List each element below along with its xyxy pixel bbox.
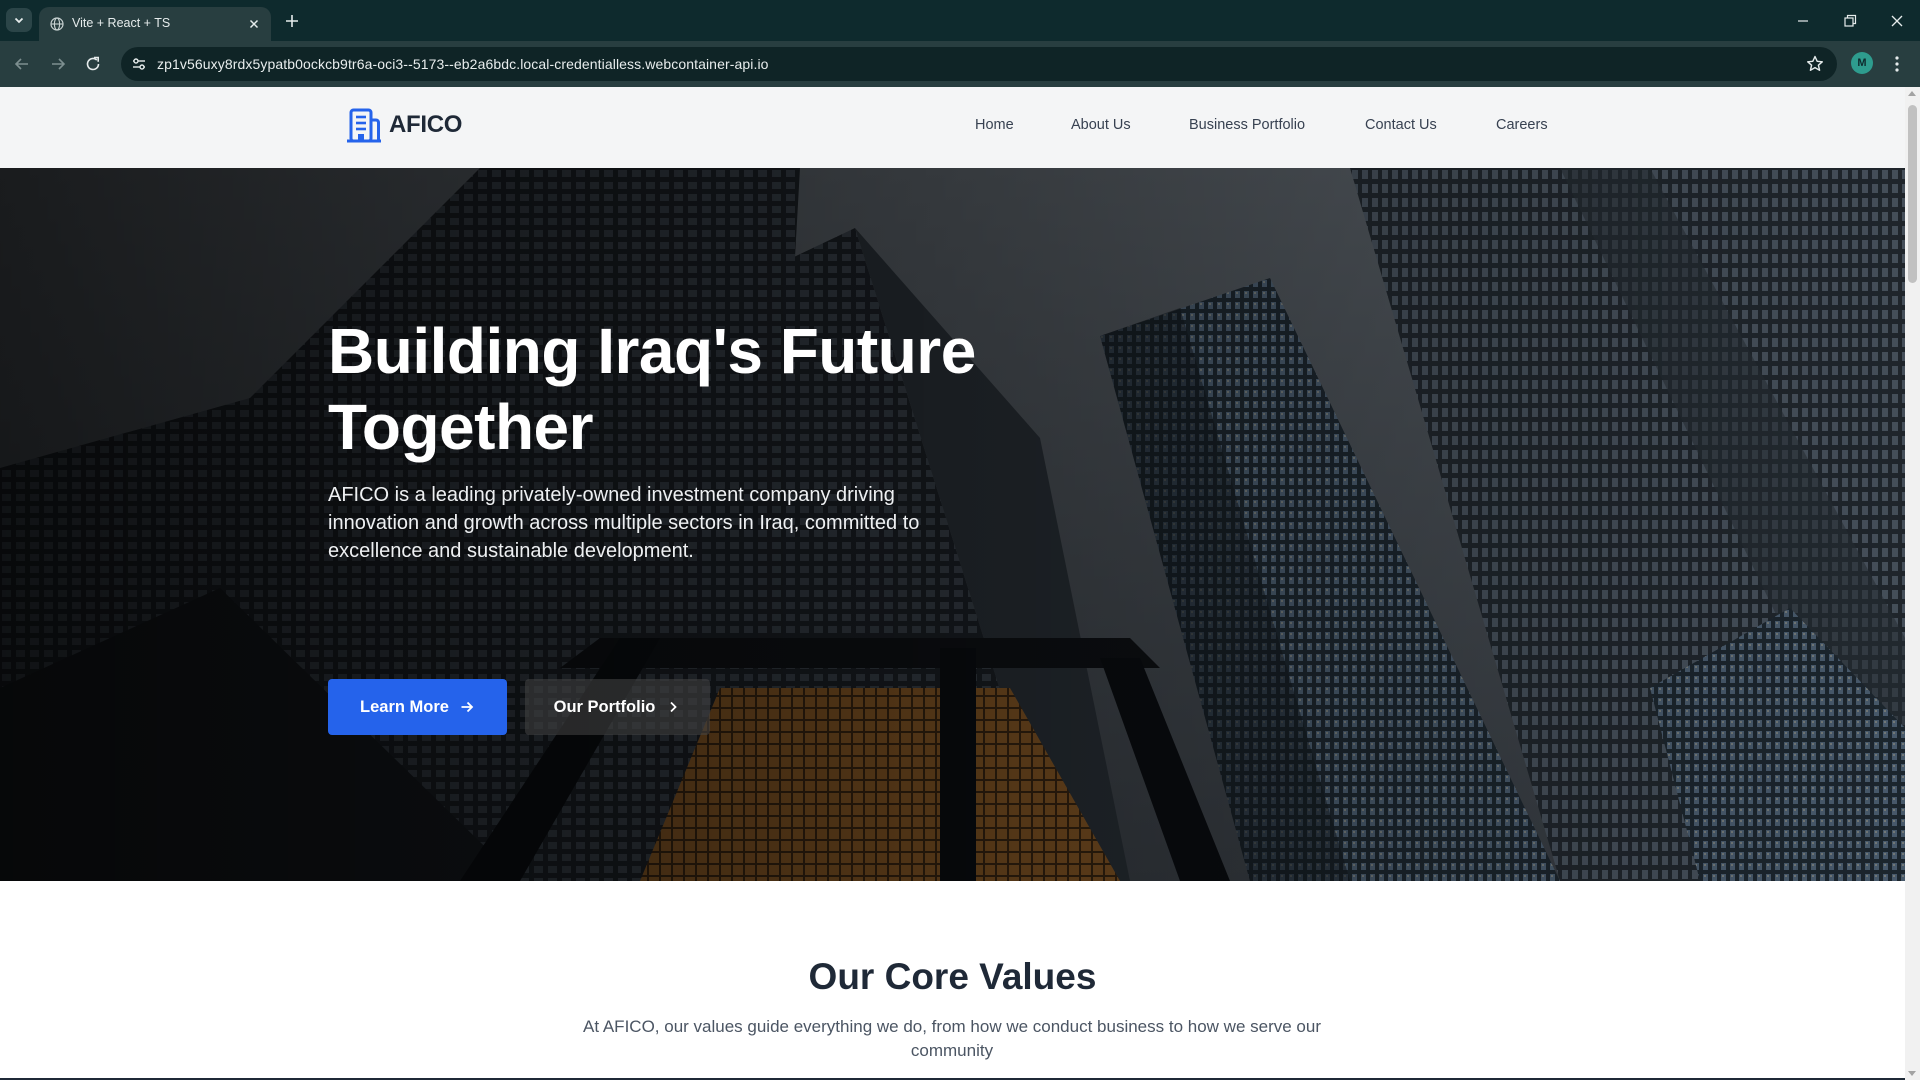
core-values-description: At AFICO, our values guide everything we… <box>583 1017 1321 1060</box>
arrow-left-icon[interactable] <box>11 53 33 75</box>
arrow-right-icon[interactable] <box>47 53 69 75</box>
hero-title-line-2: Together <box>328 391 594 463</box>
plus-icon[interactable] <box>282 11 302 31</box>
scroll-up-arrow-icon[interactable] <box>1908 91 1916 96</box>
kebab-menu-icon[interactable] <box>1886 53 1908 75</box>
page-viewport: AFICO Home About Us Business Portfolio C… <box>0 87 1905 1080</box>
browser-toolbar: zp1v56uxy8rdx5ypatb0ockcb9tr6a-oci3--517… <box>0 41 1920 87</box>
learn-more-button[interactable]: Learn More <box>328 679 507 735</box>
tune-icon[interactable] <box>130 55 148 73</box>
reload-icon[interactable] <box>82 53 104 75</box>
hero-description: AFICO is a leading privately-owned inves… <box>328 484 920 562</box>
tab-list-button[interactable] <box>6 8 32 32</box>
globe-icon <box>50 17 64 31</box>
address-bar[interactable]: zp1v56uxy8rdx5ypatb0ockcb9tr6a-oci3--517… <box>121 47 1837 81</box>
hero-section: Building Iraq's Future Together AFICO is… <box>0 168 1905 881</box>
page-scrollbar[interactable] <box>1905 87 1920 1080</box>
tab-title: Vite + React + TS <box>72 16 171 30</box>
logo-text: AFICO <box>389 111 463 138</box>
star-icon[interactable] <box>1805 54 1825 74</box>
site-header: AFICO Home About Us Business Portfolio C… <box>0 87 1905 169</box>
scroll-down-arrow-icon[interactable] <box>1908 1071 1916 1076</box>
nav-careers[interactable]: Careers <box>1496 117 1548 133</box>
close-icon[interactable] <box>246 16 262 32</box>
hero-title: Building Iraq's Future Together <box>328 313 1028 465</box>
restore-icon[interactable] <box>1839 10 1861 32</box>
nav-home[interactable]: Home <box>975 117 1014 133</box>
nav-about-us[interactable]: About Us <box>1071 117 1131 133</box>
browser-tab-active[interactable]: Vite + React + TS <box>39 7 271 41</box>
our-portfolio-label: Our Portfolio <box>553 697 656 716</box>
minimize-icon[interactable] <box>1792 10 1814 32</box>
our-portfolio-button[interactable]: Our Portfolio <box>525 679 710 735</box>
url-text[interactable]: zp1v56uxy8rdx5ypatb0ockcb9tr6a-oci3--517… <box>157 56 769 72</box>
chevron-down-icon <box>14 17 24 24</box>
browser-tab-bar: Vite + React + TS <box>0 0 1920 41</box>
scrollbar-thumb[interactable] <box>1908 105 1917 283</box>
nav-business-portfolio[interactable]: Business Portfolio <box>1189 117 1305 133</box>
learn-more-label: Learn More <box>360 697 449 716</box>
close-window-icon[interactable] <box>1886 10 1908 32</box>
nav-contact-us[interactable]: Contact Us <box>1365 117 1437 133</box>
profile-avatar[interactable]: M <box>1851 52 1873 74</box>
hero-title-line-1: Building Iraq's Future <box>328 315 976 387</box>
logo[interactable]: AFICO <box>345 106 462 144</box>
building-icon <box>347 108 381 143</box>
core-values-title: Our Core Values <box>808 956 1097 997</box>
arrow-right-icon <box>461 701 474 713</box>
chevron-right-icon <box>670 701 678 713</box>
